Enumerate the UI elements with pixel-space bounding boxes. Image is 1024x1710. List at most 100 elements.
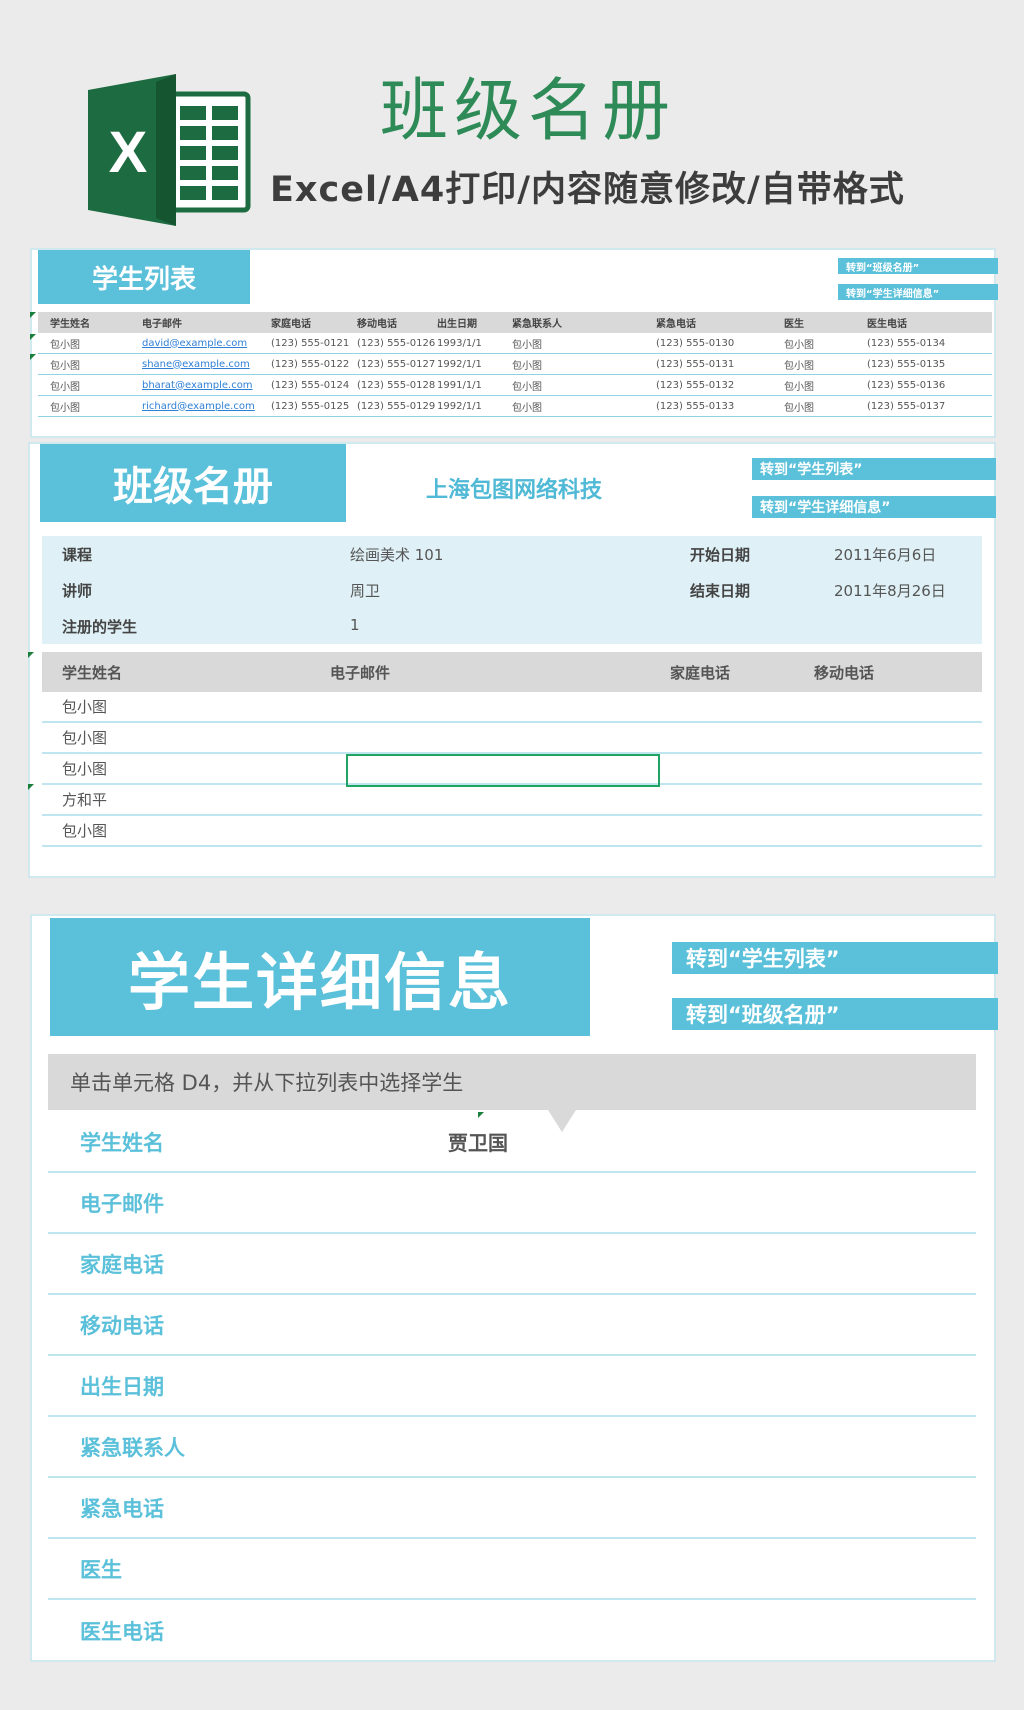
table-cell[interactable]: (123) 555-0126	[357, 338, 437, 349]
course-label: 课程	[62, 546, 93, 564]
table-cell[interactable]: 包小图	[38, 378, 142, 393]
goto-student-detail-link[interactable]: 转到“学生详细信息”	[752, 496, 996, 518]
field-row-doctor-phone: 医生电话	[48, 1600, 976, 1661]
column-header[interactable]: 出生日期	[437, 315, 512, 330]
table-cell[interactable]: (123) 555-0128	[357, 380, 437, 391]
field-label: 移动电话	[80, 1313, 164, 1338]
table-row: 方和平	[42, 785, 982, 816]
field-label: 医生	[80, 1557, 122, 1582]
table-cell[interactable]: 包小图	[38, 357, 142, 372]
email-link[interactable]: bharat@example.com	[142, 380, 271, 391]
roster-table: 学生姓名 电子邮件 家庭电话 移动电话 包小图 包小图 包小图 方和平 包小图	[42, 652, 982, 847]
end-date-value[interactable]: 2011年8月26日	[834, 580, 946, 601]
goto-student-list-link[interactable]: 转到“学生列表”	[672, 942, 998, 974]
table-cell[interactable]: (123) 555-0124	[271, 380, 357, 391]
table-cell[interactable]: 1992/1/1	[437, 401, 512, 412]
table-row: 包小图	[42, 723, 982, 754]
column-header[interactable]: 学生姓名	[38, 315, 142, 330]
instructor-label: 讲师	[62, 582, 93, 600]
column-header[interactable]: 家庭电话	[670, 662, 814, 683]
column-header[interactable]: 家庭电话	[271, 315, 357, 330]
table-cell[interactable]: (123) 555-0132	[656, 380, 784, 391]
table-cell[interactable]: 包小图	[512, 399, 656, 414]
table-cell[interactable]: (123) 555-0135	[867, 359, 967, 370]
table-cell[interactable]: 包小图	[38, 336, 142, 351]
table-cell[interactable]: 包小图	[42, 727, 330, 748]
column-header[interactable]: 移动电话	[357, 315, 437, 330]
table-cell[interactable]: 包小图	[784, 378, 867, 393]
table-cell[interactable]: (123) 555-0137	[867, 401, 967, 412]
student-list-title: 学生列表	[38, 250, 250, 304]
table-cell[interactable]: (123) 555-0131	[656, 359, 784, 370]
table-cell[interactable]: 1991/1/1	[437, 380, 512, 391]
roster-title: 班级名册	[40, 444, 346, 522]
table-cell[interactable]: (123) 555-0130	[656, 338, 784, 349]
field-label: 紧急电话	[80, 1496, 164, 1521]
table-cell[interactable]: 包小图	[784, 399, 867, 414]
page-subtitle: Excel/A4打印/内容随意修改/自带格式	[270, 170, 905, 210]
student-detail-title: 学生详细信息	[50, 918, 590, 1036]
start-date-value[interactable]: 2011年6月6日	[834, 544, 936, 565]
column-header[interactable]: 医生	[784, 315, 867, 330]
column-header[interactable]: 电子邮件	[330, 662, 670, 683]
column-header[interactable]: 紧急电话	[656, 315, 784, 330]
email-link[interactable]: david@example.com	[142, 338, 271, 349]
column-header[interactable]: 移动电话	[814, 662, 982, 683]
field-label: 学生姓名	[80, 1130, 164, 1155]
table-cell[interactable]: 1992/1/1	[437, 359, 512, 370]
column-header[interactable]: 医生电话	[867, 315, 967, 330]
table-cell[interactable]: (123) 555-0122	[271, 359, 357, 370]
table-cell[interactable]: 包小图	[42, 758, 330, 779]
table-cell[interactable]: (123) 555-0134	[867, 338, 967, 349]
table-row: 包小图 david@example.com (123) 555-0121 (12…	[38, 333, 992, 354]
comment-marker-icon	[478, 1112, 484, 1118]
column-header[interactable]: 电子邮件	[142, 315, 271, 330]
table-cell[interactable]: 方和平	[42, 789, 330, 810]
comment-marker-icon	[30, 354, 36, 360]
table-cell[interactable]: (123) 555-0127	[357, 359, 437, 370]
table-cell[interactable]: (123) 555-0136	[867, 380, 967, 391]
course-value[interactable]: 绘画美术 101	[350, 544, 443, 565]
selected-cell-highlight[interactable]	[346, 754, 660, 787]
table-cell[interactable]: 包小图	[42, 820, 330, 841]
table-row: 包小图 bharat@example.com (123) 555-0124 (1…	[38, 375, 992, 396]
table-cell[interactable]: 包小图	[784, 336, 867, 351]
field-row-doctor: 医生	[48, 1539, 976, 1600]
field-row-name: 学生姓名 贾卫国	[48, 1112, 976, 1173]
goto-roster-link[interactable]: 转到“班级名册”	[838, 258, 998, 274]
field-row-birth-date: 出生日期	[48, 1356, 976, 1417]
table-cell[interactable]: (123) 555-0125	[271, 401, 357, 412]
end-date-label: 结束日期	[690, 582, 751, 600]
table-header-row: 学生姓名 电子邮件 家庭电话 移动电话 出生日期 紧急联系人 紧急电话 医生 医…	[38, 312, 992, 333]
table-cell[interactable]: 包小图	[42, 696, 330, 717]
student-detail-sheet: 学生详细信息 转到“学生列表” 转到“班级名册” 单击单元格 D4，并从下拉列表…	[30, 914, 998, 1662]
table-header-row: 学生姓名 电子邮件 家庭电话 移动电话	[42, 652, 982, 692]
course-info-panel: 课程 绘画美术 101 讲师 周卫 注册的学生 1 开始日期 2011年6月6日…	[42, 536, 982, 644]
column-header[interactable]: 学生姓名	[42, 662, 330, 683]
table-cell[interactable]: 包小图	[512, 378, 656, 393]
class-roster-sheet: 班级名册 上海包图网络科技 转到“学生列表” 转到“学生详细信息” 课程 绘画美…	[28, 442, 996, 878]
table-cell[interactable]: 包小图	[512, 357, 656, 372]
table-cell[interactable]: (123) 555-0129	[357, 401, 437, 412]
email-link[interactable]: richard@example.com	[142, 401, 271, 412]
field-row-home-phone: 家庭电话	[48, 1234, 976, 1295]
table-cell[interactable]: (123) 555-0121	[271, 338, 357, 349]
enrolled-value[interactable]: 1	[350, 616, 360, 634]
excel-logo-icon: X	[84, 72, 252, 228]
table-cell[interactable]: 1993/1/1	[437, 338, 512, 349]
goto-student-detail-link[interactable]: 转到“学生详细信息”	[838, 284, 998, 300]
email-link[interactable]: shane@example.com	[142, 359, 271, 370]
table-row: 包小图	[42, 816, 982, 847]
comment-marker-icon	[30, 334, 36, 340]
table-cell[interactable]: (123) 555-0133	[656, 401, 784, 412]
goto-roster-link[interactable]: 转到“班级名册”	[672, 998, 998, 1030]
table-cell[interactable]: 包小图	[38, 399, 142, 414]
column-header[interactable]: 紧急联系人	[512, 315, 656, 330]
field-label: 家庭电话	[80, 1252, 164, 1277]
table-cell[interactable]: 包小图	[512, 336, 656, 351]
student-name-dropdown[interactable]: 贾卫国	[448, 1127, 508, 1156]
instructor-value[interactable]: 周卫	[350, 580, 380, 601]
enrolled-label: 注册的学生	[62, 618, 138, 636]
goto-student-list-link[interactable]: 转到“学生列表”	[752, 458, 996, 480]
table-cell[interactable]: 包小图	[784, 357, 867, 372]
